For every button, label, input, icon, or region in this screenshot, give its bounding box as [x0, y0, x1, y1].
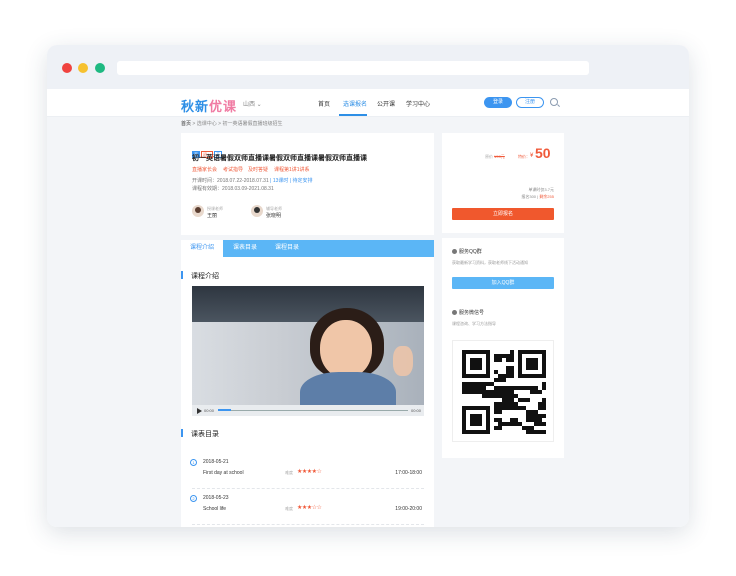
list-item[interactable]: 2 2018-05-23 School life 难度 ★★★☆☆ 19:00-…	[190, 489, 424, 525]
play-icon[interactable]	[197, 408, 202, 414]
active-nav-underline	[339, 114, 367, 116]
nav-course-select[interactable]: 选课报名	[343, 99, 367, 108]
feature-label: 考试指导	[223, 167, 244, 173]
minimize-window-button[interactable]	[78, 63, 88, 73]
video-player[interactable]: 00:00 00:00	[192, 286, 424, 416]
tab-catalog[interactable]: 课程目录	[275, 240, 299, 257]
tab-schedule[interactable]: 课表目录	[233, 240, 257, 257]
search-icon[interactable]	[550, 98, 558, 106]
register-button[interactable]: 注册	[516, 97, 544, 108]
tab-intro[interactable]: 课程介绍	[181, 240, 223, 257]
breadcrumb-center[interactable]: 选课中心	[197, 121, 217, 127]
original-price: 原价 ¥99元	[485, 154, 505, 159]
sale-price: 50	[535, 145, 551, 161]
lesson-date: 2018-05-23	[203, 495, 229, 501]
avatar	[192, 205, 204, 217]
feature-label: 课程第1讲1讲系	[274, 167, 310, 173]
top-nav: 秋新优课 山西 ⌄ 首页 选课报名 公开课 学习中心 登录 注册	[47, 89, 689, 117]
enroll-button[interactable]: 立即报名	[452, 208, 554, 220]
wechat-icon	[452, 310, 457, 315]
close-window-button[interactable]	[62, 63, 72, 73]
schedule-heading: 课表目录	[181, 429, 219, 439]
course-valid-info: 课程有效期：2018.03.09-2021.08.31	[192, 186, 274, 192]
nav-home[interactable]: 首页	[318, 99, 330, 108]
login-button[interactable]: 登录	[484, 97, 512, 108]
qq-group-heading: 服务QQ群	[452, 248, 482, 255]
region-selector[interactable]: 山西 ⌄	[243, 99, 262, 108]
course-tabs: 课程介绍 课表目录 课程目录	[181, 240, 434, 257]
list-item[interactable]: 1 2018-05-21 First day at school 难度 ★★★★…	[190, 453, 424, 489]
maximize-window-button[interactable]	[95, 63, 105, 73]
browser-window: 秋新优课 山西 ⌄ 首页 选课报名 公开课 学习中心 登录 注册 首页 > 选课…	[47, 45, 689, 527]
avatar	[251, 205, 263, 217]
teacher-name: 张晓明	[266, 213, 282, 219]
lesson-time: 17:00-18:00	[395, 470, 422, 476]
wechat-qr-code	[452, 340, 554, 442]
page-content: 首页 > 选课中心 > 初一英语暑假直播班级招生 直初一英 初一英语暑假双师直播…	[47, 117, 689, 527]
wechat-desc: 课程咨询、学习方法指导	[452, 321, 496, 326]
site-logo[interactable]: 秋新优课	[181, 96, 237, 115]
lesson-title: School life	[203, 506, 227, 512]
intro-heading: 课程介绍	[181, 271, 219, 281]
difficulty-stars: ★★★★☆	[297, 469, 322, 475]
lesson-date: 2018-05-21	[203, 459, 229, 465]
per-lesson-price: 单课时仅3.7元	[528, 187, 554, 192]
video-seek-bar[interactable]	[218, 410, 408, 411]
nav-learning-center[interactable]: 学习中心	[406, 99, 430, 108]
lesson-title: First day at school	[203, 470, 244, 476]
list-item[interactable]: 3 2018-05-21	[192, 525, 424, 527]
feature-label: 直播家长会	[192, 167, 218, 173]
breadcrumb-home[interactable]: 首页	[181, 121, 191, 127]
address-bar[interactable]	[117, 61, 589, 75]
browser-chrome	[47, 45, 689, 89]
price-card: 原价 ¥99元 特价： ¥ 50 单课时仅3.7元 报名300 | 剩余255 …	[442, 133, 564, 233]
nav-open-class[interactable]: 公开课	[377, 99, 395, 108]
difficulty-stars: ★★★☆☆	[297, 505, 322, 511]
course-schedule-info: 开课时间：2018.07.22-2018.07.31 | 13课时 | 待定安排	[192, 178, 313, 184]
lesson-index-icon: 1	[190, 459, 197, 466]
qq-group-desc: 获取最新学习资料，获取老师线下活动通知	[452, 260, 528, 265]
breadcrumb: 首页 > 选课中心 > 初一英语暑假直播班级招生	[181, 121, 283, 127]
lesson-index-icon: 2	[190, 495, 197, 502]
join-qq-button[interactable]: 加入QQ群	[452, 277, 554, 289]
video-progress	[218, 409, 232, 411]
feature-label: 及时答疑	[248, 167, 269, 173]
enrollment-count: 报名300 | 剩余255	[521, 194, 554, 199]
qq-icon	[452, 249, 457, 254]
wechat-heading: 服务微信号	[452, 309, 484, 316]
lesson-time: 19:00-20:00	[395, 506, 422, 512]
teacher-name: 王丽	[207, 213, 218, 219]
course-header-card: 直初一英 初一英语暑假双师直播课暑假双师直播课暑假双师直播课 直播家长会 考试指…	[181, 133, 434, 235]
course-detail-panel: 课程介绍 00:00 00:00 课表目录 1 2018-05-21 First…	[181, 257, 434, 527]
breadcrumb-current: 初一英语暑假直播班级招生	[222, 121, 283, 127]
video-current-time: 00:00	[204, 408, 215, 413]
course-title: 初一英语暑假双师直播课暑假双师直播课暑假双师直播课	[192, 155, 367, 162]
service-card: 服务QQ群 获取最新学习资料，获取老师线下活动通知 加入QQ群 服务微信号 课程…	[442, 238, 564, 458]
video-controls: 00:00 00:00	[192, 405, 424, 416]
video-duration: 00:00	[411, 408, 422, 413]
